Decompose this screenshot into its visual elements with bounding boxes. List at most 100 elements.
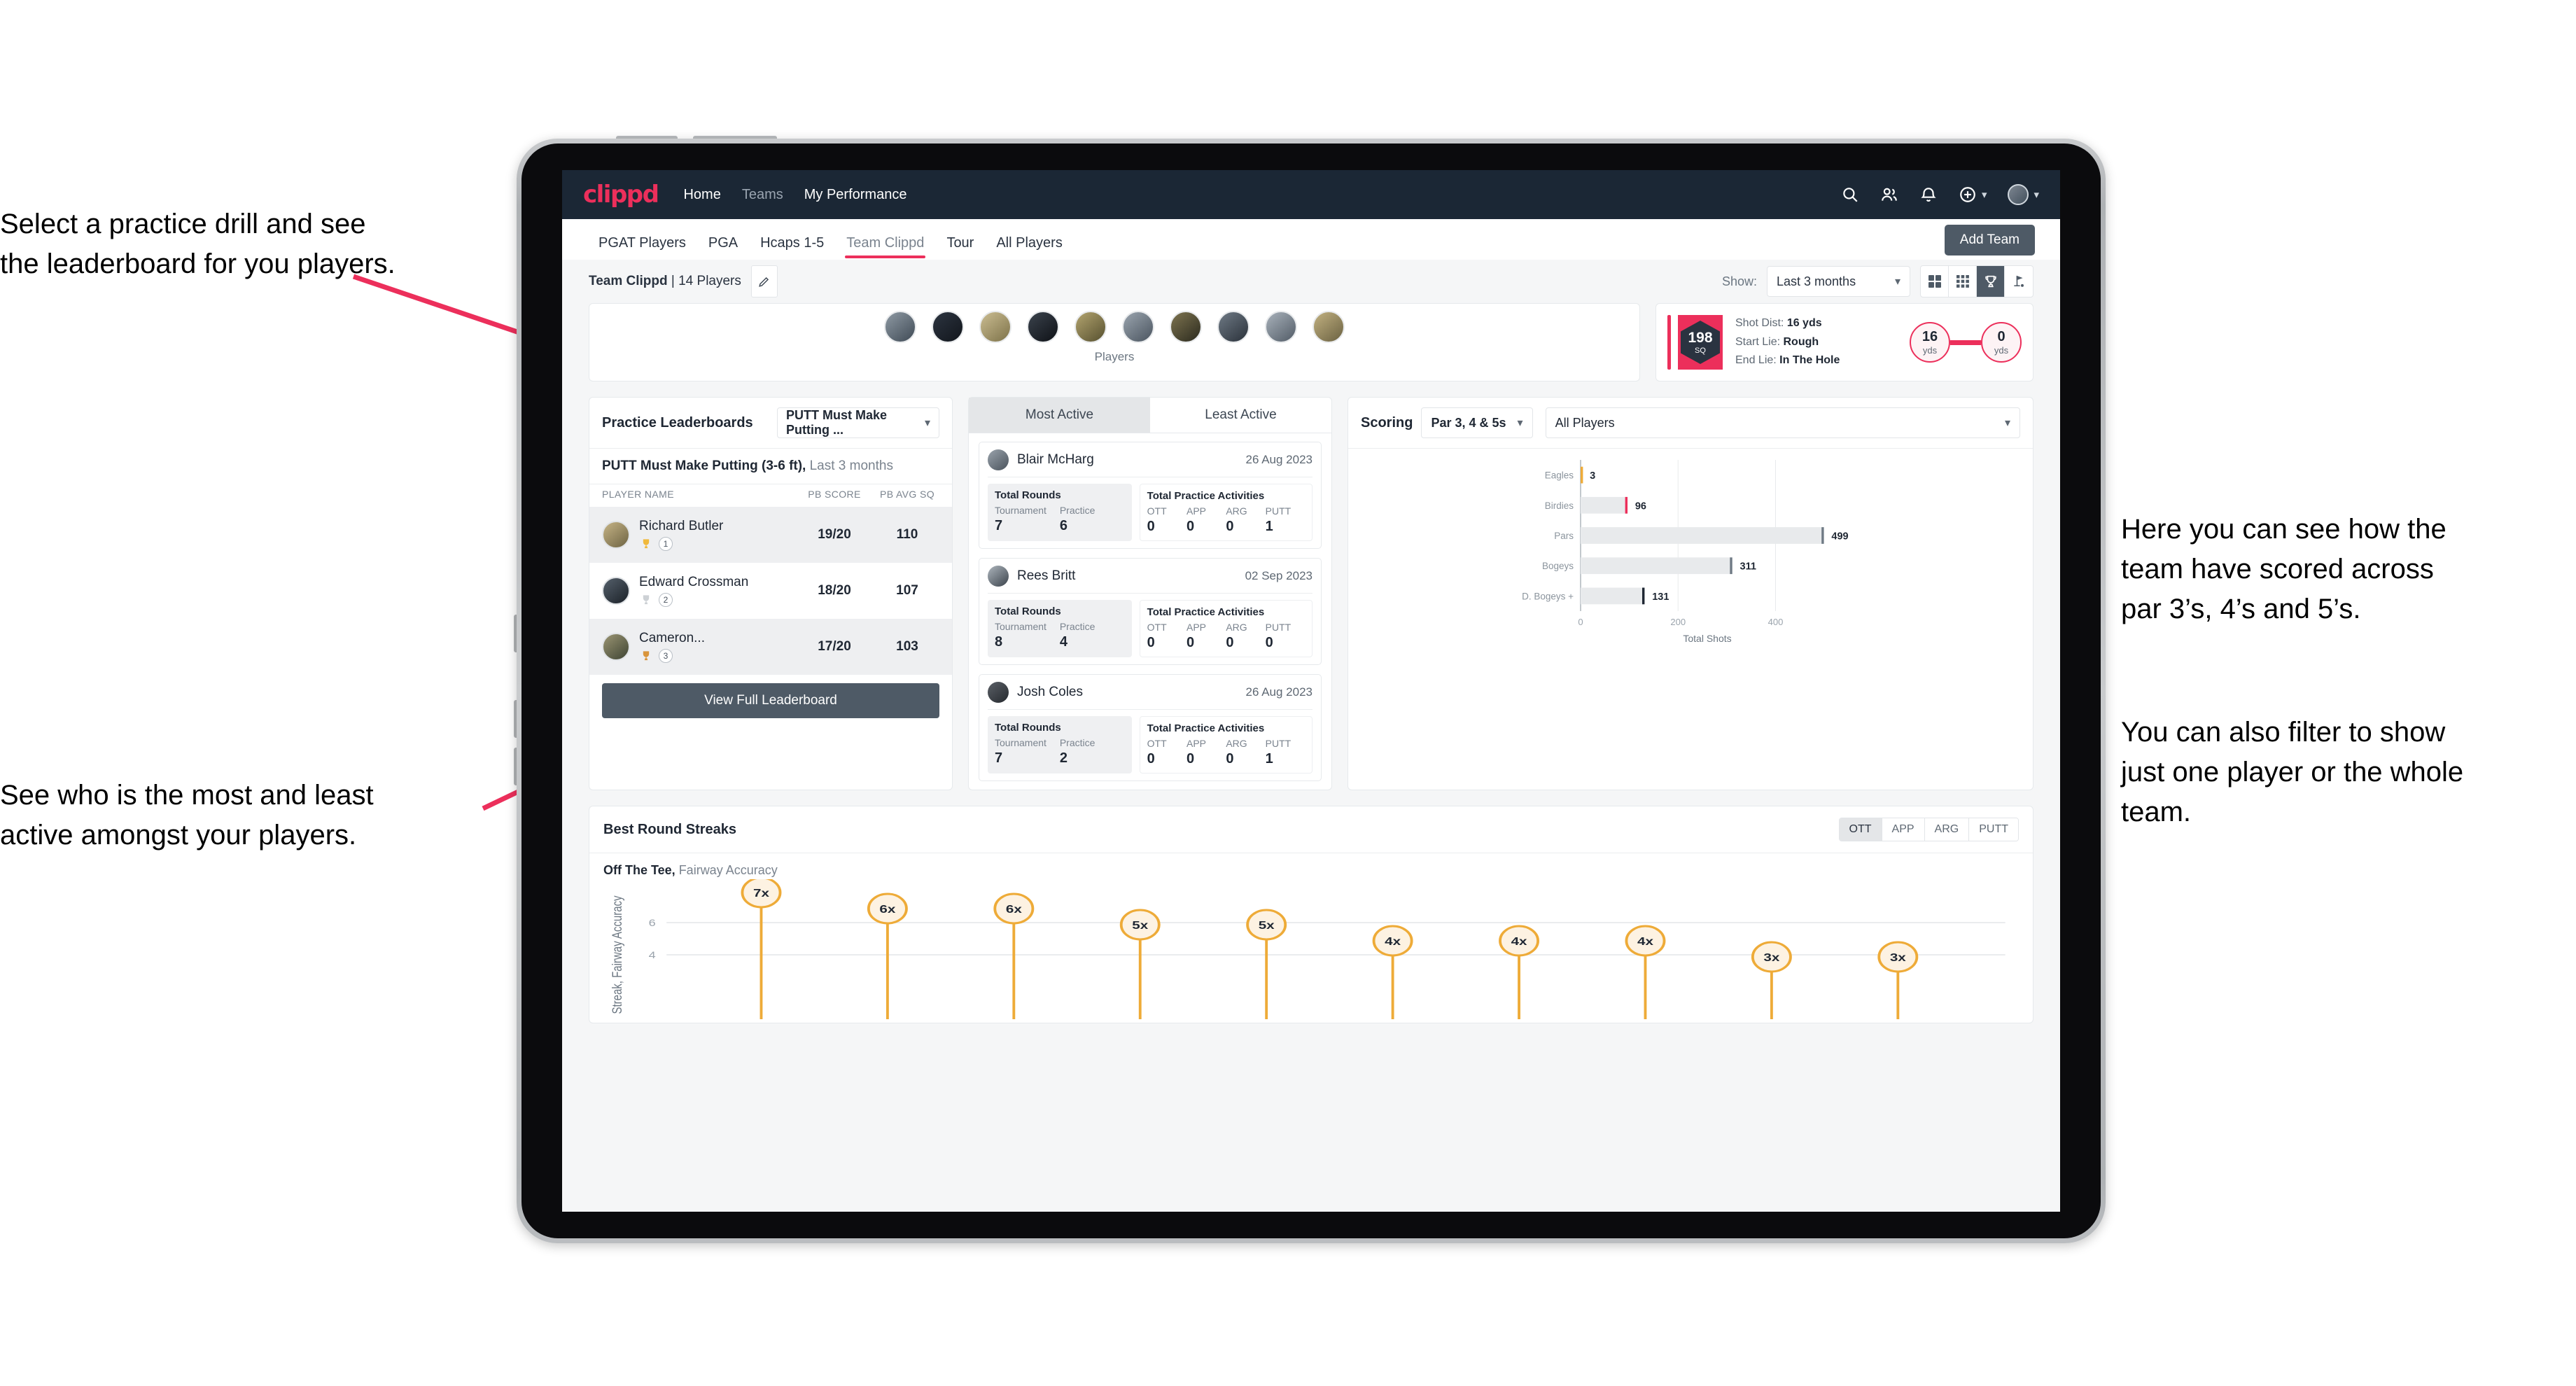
leaderboard-subtitle: PUTT Must Make Putting (3-6 ft), Last 3 …: [589, 449, 952, 484]
nav-link-my-performance[interactable]: My Performance: [804, 187, 907, 203]
tab-team-clippd[interactable]: Team Clippd: [835, 235, 935, 260]
toggle-ott[interactable]: OTT: [1839, 818, 1882, 841]
avatar[interactable]: [1170, 311, 1202, 343]
avatar[interactable]: [1217, 311, 1250, 343]
practice-putt-label: PUTT: [1265, 505, 1292, 517]
list-item[interactable]: Blair McHarg 26 Aug 2023 Total Rounds To…: [979, 442, 1322, 549]
toggle-arg[interactable]: ARG: [1924, 818, 1970, 841]
player-name: Richard Butler: [639, 519, 724, 533]
table-row[interactable]: Cameron... 3 17/20 103: [589, 619, 952, 675]
show-range-value: Last 3 months: [1777, 274, 1856, 288]
tab-bar: PGAT Players PGA Hcaps 1-5 Team Clippd T…: [562, 219, 2060, 260]
avatar[interactable]: [1312, 311, 1345, 343]
avatar[interactable]: [932, 311, 964, 343]
chevron-down-icon: ▾: [924, 417, 930, 429]
svg-text:Eagles: Eagles: [1545, 470, 1574, 481]
view-toggle-group: [1920, 265, 2033, 298]
list-item[interactable]: Josh Coles 26 Aug 2023 Total Rounds Tour…: [979, 674, 1322, 781]
activity-item-header: Rees Britt 02 Sep 2023: [988, 566, 1312, 587]
end-lie-value: In The Hole: [1779, 354, 1840, 367]
avatar[interactable]: [1074, 311, 1107, 343]
table-row[interactable]: Richard Butler 1 19/20 110: [589, 507, 952, 563]
nav-link-teams[interactable]: Teams: [742, 187, 783, 203]
practice-activities-values: OTT 0 APP 0: [1147, 505, 1305, 535]
hexagon-icon: 198 SQ: [1681, 321, 1720, 364]
total-rounds-values: Tournament 7 Practice 6: [995, 505, 1125, 534]
tab-tour[interactable]: Tour: [935, 235, 985, 260]
practice-arg-value: 0: [1226, 635, 1234, 650]
toggle-app[interactable]: APP: [1882, 818, 1925, 841]
avatar[interactable]: [884, 311, 916, 343]
practice-arg-label: ARG: [1226, 738, 1247, 749]
practice-activities-heading: Total Practice Activities: [1147, 606, 1265, 618]
view-full-leaderboard-button[interactable]: View Full Leaderboard: [602, 683, 939, 718]
player-filter-value: All Players: [1555, 415, 1615, 430]
search-icon[interactable]: [1841, 186, 1859, 204]
leaderboard-header: Practice Leaderboards PUTT Must Make Put…: [589, 398, 952, 448]
practice-arg: ARG 0: [1226, 738, 1265, 767]
tab-hcaps-1-5[interactable]: Hcaps 1-5: [749, 235, 835, 260]
par-filter-value: Par 3, 4 & 5s: [1431, 415, 1506, 430]
player-rank-badges: 2: [639, 593, 794, 607]
team-name: Team Clippd: [589, 274, 668, 288]
sub-header: Team Clippd | 14 Players Show: Last 3 mo…: [562, 260, 2060, 303]
practice-arg: ARG 0: [1226, 622, 1265, 651]
pb-score-value: 18/20: [818, 583, 851, 598]
tablet-bezel: clippd Home Teams My Performance ▾ ▾ PGA…: [522, 144, 2101, 1238]
grid-4-icon[interactable]: [1921, 266, 1949, 297]
shot-detail-card: 198 SQ Shot Dist: 16 yds Start Lie: Roug…: [1656, 303, 2033, 382]
edit-team-button[interactable]: [750, 265, 778, 298]
practice-ott: OTT 0: [1147, 622, 1186, 651]
shot-dist-label: Shot Dist:: [1735, 317, 1784, 330]
rounds-tournament-value: 8: [995, 634, 1003, 650]
rounds-tournament: Tournament 7: [995, 505, 1060, 534]
add-team-button[interactable]: Add Team: [1944, 225, 2035, 255]
list-item[interactable]: Rees Britt 02 Sep 2023 Total Rounds Tour…: [979, 558, 1322, 665]
practice-leaderboard-card: Practice Leaderboards PUTT Must Make Put…: [589, 397, 953, 790]
rounds-practice: Practice 6: [1060, 505, 1125, 534]
shot-detail-lines: Shot Dist: 16 yds Start Lie: Rough End L…: [1735, 314, 1840, 370]
people-icon[interactable]: [1880, 186, 1898, 204]
rounds-tournament: Tournament 8: [995, 621, 1060, 650]
leaderboard-player-cell: Edward Crossman 2: [639, 575, 794, 607]
toggle-putt[interactable]: PUTT: [1969, 818, 2018, 841]
tab-pgat-players[interactable]: PGAT Players: [587, 235, 697, 260]
shot-start-distance: 16 yds: [1910, 322, 1950, 363]
clippd-logo[interactable]: clippd: [583, 181, 659, 209]
nav-link-home[interactable]: Home: [683, 187, 720, 203]
tab-most-active[interactable]: Most Active: [969, 398, 1150, 433]
tab-all-players[interactable]: All Players: [985, 235, 1073, 260]
team-player-count: | 14 Players: [671, 274, 741, 288]
svg-text:4x: 4x: [1511, 934, 1528, 947]
trophy-icon: [643, 539, 650, 549]
practice-putt-value: 1: [1265, 751, 1273, 766]
pb-avg-sq-value: 103: [896, 639, 918, 654]
grid-9-icon[interactable]: [1949, 266, 1977, 297]
avatar[interactable]: [1265, 311, 1297, 343]
player-filter-select[interactable]: All Players ▾: [1545, 407, 2020, 438]
account-menu[interactable]: ▾: [2008, 184, 2039, 205]
practice-activities-values: OTT 0 APP 0: [1147, 622, 1305, 651]
rank-number: 1: [659, 537, 673, 551]
plus-circle-icon[interactable]: [1959, 186, 1977, 204]
avatar[interactable]: [979, 311, 1011, 343]
svg-text:311: 311: [1740, 561, 1756, 573]
bell-icon[interactable]: [1919, 186, 1938, 204]
tab-pga[interactable]: PGA: [697, 235, 749, 260]
trophy-icon[interactable]: [1977, 266, 2005, 297]
avatar[interactable]: [2008, 184, 2029, 205]
show-range-select[interactable]: Last 3 months ▾: [1767, 266, 1910, 297]
tab-least-active[interactable]: Least Active: [1150, 398, 1331, 433]
plus-circle-menu[interactable]: ▾: [1959, 186, 1987, 204]
practice-ott-label: OTT: [1147, 505, 1167, 517]
drill-select[interactable]: PUTT Must Make Putting ... ▾: [777, 407, 939, 438]
pb-score-value: 19/20: [818, 527, 851, 542]
avatar[interactable]: [1027, 311, 1059, 343]
par-filter-select[interactable]: Par 3, 4 & 5s ▾: [1421, 407, 1533, 438]
svg-text:6: 6: [649, 918, 656, 929]
player-rank-badges: 3: [639, 649, 794, 663]
avatar[interactable]: [1122, 311, 1154, 343]
golf-flag-icon[interactable]: [2005, 266, 2033, 297]
table-row[interactable]: Edward Crossman 2 18/20 107: [589, 563, 952, 619]
avatar: [988, 566, 1009, 587]
